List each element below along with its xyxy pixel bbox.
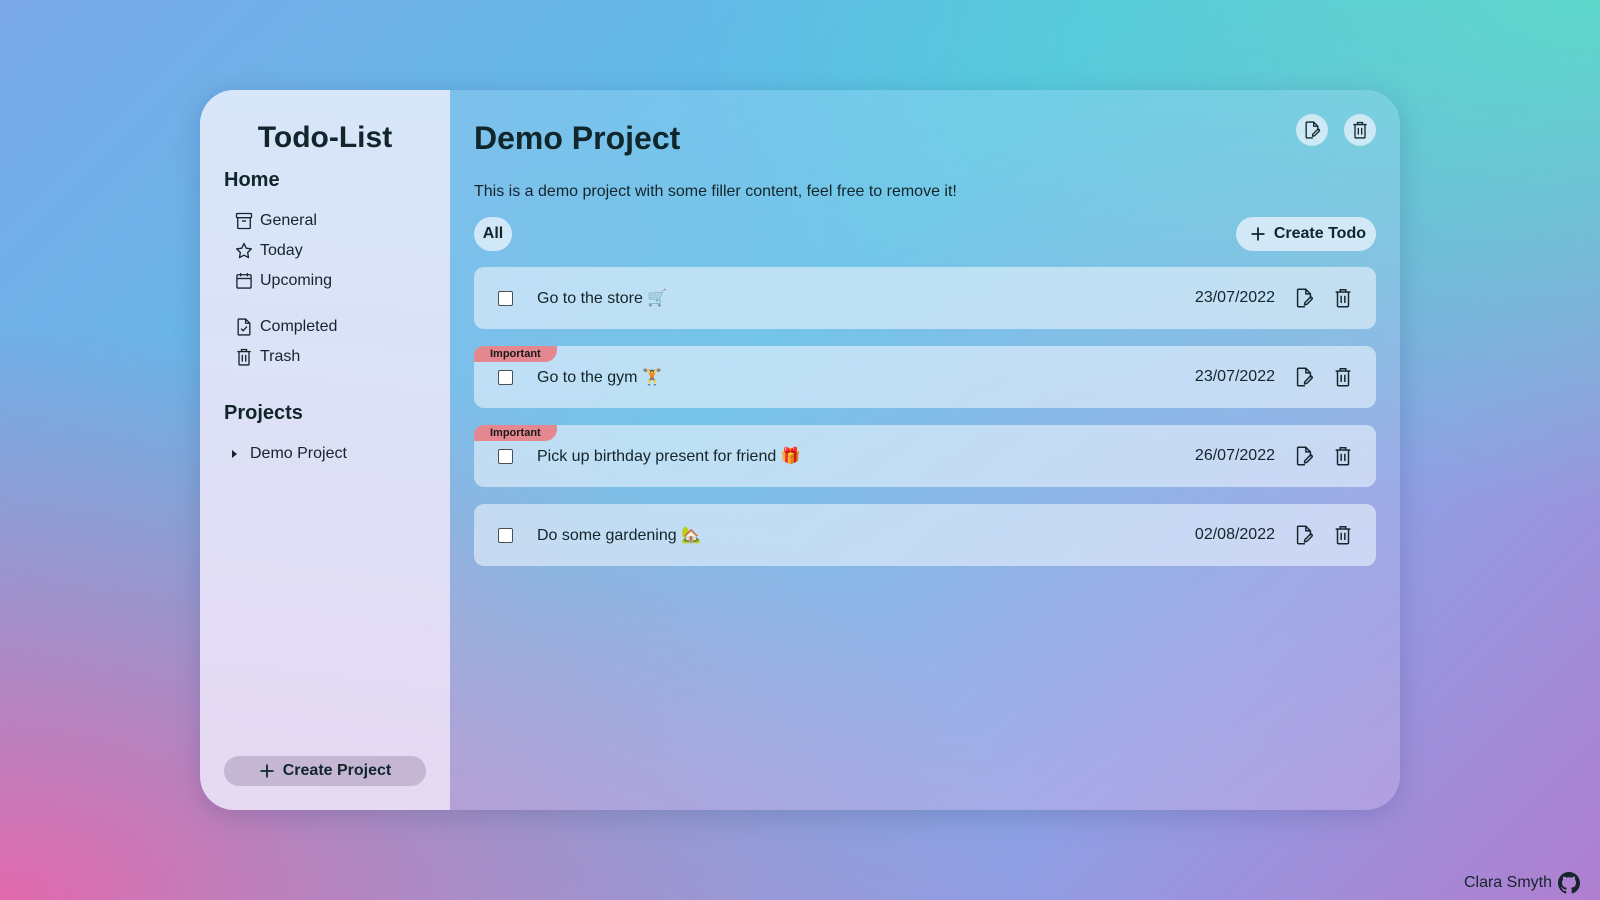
sidebar-item-label: General xyxy=(260,212,317,229)
sidebar-item-label: Completed xyxy=(260,318,338,335)
sidebar-item-label: Upcoming xyxy=(260,272,333,289)
home-section-title: Home xyxy=(224,169,280,191)
edit-file-icon xyxy=(1305,121,1321,139)
trash-icon xyxy=(1335,526,1351,545)
todo-date: 23/07/2022 xyxy=(1194,368,1275,385)
todo-text: Do some gardening 🏡 xyxy=(537,527,702,544)
delete-todo-button[interactable] xyxy=(1330,522,1356,548)
todo-item: Go to the store 🛒 23/07/2022 xyxy=(474,267,1376,329)
trash-icon xyxy=(1353,121,1367,139)
edit-todo-button[interactable] xyxy=(1291,364,1317,390)
sidebar-item-label: Demo Project xyxy=(250,445,347,462)
projects-nav: Demo Project xyxy=(224,439,426,469)
todo-checkbox[interactable] xyxy=(498,369,513,385)
sidebar-item-label: Today xyxy=(260,242,303,259)
caret-right-icon[interactable] xyxy=(232,450,237,458)
trash-icon xyxy=(1335,289,1351,308)
edit-file-icon xyxy=(1296,367,1313,387)
edit-todo-button[interactable] xyxy=(1291,522,1317,548)
archive-icon xyxy=(235,212,253,230)
todo-text: Go to the store 🛒 xyxy=(537,290,668,307)
plus-icon xyxy=(260,764,274,778)
todo-checkbox[interactable] xyxy=(498,527,513,543)
important-badge: Important xyxy=(474,425,557,441)
todo-text: Go to the gym 🏋 xyxy=(537,369,662,386)
edit-file-icon xyxy=(1296,525,1313,545)
calendar-icon xyxy=(236,273,252,289)
todo-checkbox[interactable] xyxy=(498,290,513,306)
delete-todo-button[interactable] xyxy=(1330,364,1356,390)
todo-date: 23/07/2022 xyxy=(1194,289,1275,306)
todo-date: 26/07/2022 xyxy=(1194,447,1275,464)
sidebar: Todo-List Home General Today Upcoming Co… xyxy=(200,90,450,810)
sidebar-item-demo-project[interactable]: Demo Project xyxy=(224,439,426,469)
todo-list: Go to the store 🛒 23/07/2022 Important G… xyxy=(474,267,1376,566)
status-nav: Completed Trash xyxy=(224,312,426,372)
page-title: Demo Project xyxy=(474,120,681,156)
sidebar-item-general[interactable]: General xyxy=(224,206,426,236)
delete-todo-button[interactable] xyxy=(1330,443,1356,469)
todo-text: Pick up birthday present for friend 🎁 xyxy=(537,448,801,465)
todo-date: 02/08/2022 xyxy=(1194,526,1275,543)
create-project-label: Create Project xyxy=(282,762,392,779)
home-nav: General Today Upcoming xyxy=(224,206,426,296)
todo-item: Important Go to the gym 🏋 23/07/2022 xyxy=(474,346,1376,408)
edit-file-icon xyxy=(1296,446,1313,466)
delete-project-button[interactable] xyxy=(1344,114,1376,146)
project-description: This is a demo project with some filler … xyxy=(474,183,957,200)
file-check-icon xyxy=(237,318,251,336)
trash-icon xyxy=(1335,368,1351,387)
important-badge: Important xyxy=(474,346,557,362)
star-icon xyxy=(236,242,252,259)
sidebar-item-completed[interactable]: Completed xyxy=(224,312,426,342)
create-todo-label: Create Todo xyxy=(1273,225,1366,242)
create-project-button[interactable]: Create Project xyxy=(224,756,426,786)
edit-project-button[interactable] xyxy=(1296,114,1328,146)
sidebar-item-today[interactable]: Today xyxy=(224,236,426,266)
github-icon[interactable] xyxy=(1558,872,1580,894)
edit-todo-button[interactable] xyxy=(1291,285,1317,311)
footer: Clara Smyth xyxy=(1464,872,1580,894)
sidebar-item-upcoming[interactable]: Upcoming xyxy=(224,266,426,296)
app-title: Todo-List xyxy=(257,121,393,154)
trash-icon xyxy=(237,348,251,366)
create-todo-button[interactable]: Create Todo xyxy=(1235,217,1376,251)
projects-section-title: Projects xyxy=(224,402,303,424)
trash-icon xyxy=(1335,447,1351,466)
main-panel: Demo Project This is a demo project with… xyxy=(450,90,1400,810)
todo-item: Important Pick up birthday present for f… xyxy=(474,425,1376,487)
filter-all-button[interactable]: All xyxy=(474,217,512,251)
project-actions xyxy=(1296,114,1376,146)
todo-checkbox[interactable] xyxy=(498,448,513,464)
sidebar-item-trash[interactable]: Trash xyxy=(224,342,426,372)
todo-item: Do some gardening 🏡 02/08/2022 xyxy=(474,504,1376,566)
plus-icon xyxy=(1251,227,1265,241)
edit-todo-button[interactable] xyxy=(1291,443,1317,469)
sidebar-item-label: Trash xyxy=(260,348,301,365)
author-name[interactable]: Clara Smyth xyxy=(1464,874,1552,892)
app-window: Todo-List Home General Today Upcoming Co… xyxy=(200,90,1400,810)
edit-file-icon xyxy=(1296,288,1313,308)
todo-toolbar: All Create Todo xyxy=(474,217,1376,251)
delete-todo-button[interactable] xyxy=(1330,285,1356,311)
